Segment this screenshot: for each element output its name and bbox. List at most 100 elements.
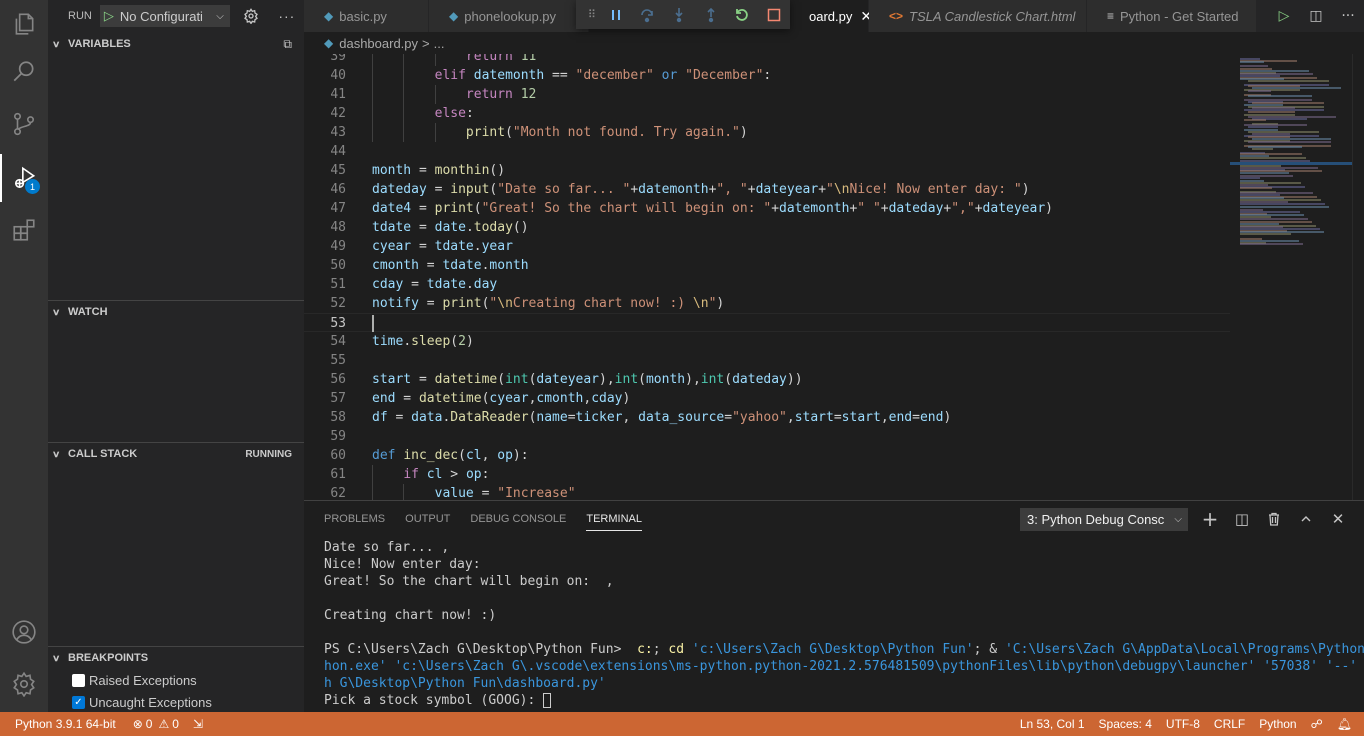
live-share-icon[interactable]: ⇲ (186, 717, 210, 731)
terminal-text: Pick a stock symbol (GOOG): (324, 693, 544, 708)
code-line[interactable]: 40 elif datemonth == "december" or "Dece… (304, 66, 1230, 85)
terminal-cursor (543, 693, 552, 708)
code-line[interactable]: 43 print("Month not found. Try again.") (304, 123, 1230, 142)
step-out-button[interactable] (695, 0, 727, 29)
indentation[interactable]: Spaces: 4 (1092, 717, 1159, 731)
code-line[interactable]: 57 end = datetime(cyear,cmonth,cday) (304, 389, 1230, 408)
minimap-line (1244, 119, 1266, 122)
maximize-panel-icon[interactable] (1290, 507, 1322, 531)
terminal-select-value: 3: Python Debug Consc (1027, 512, 1165, 527)
code-line[interactable]: 62 value = "Increase" (304, 484, 1230, 500)
close-panel-icon[interactable]: ✕ (1322, 507, 1354, 531)
explorer-button[interactable] (0, 0, 48, 48)
code-line[interactable]: 48 tdate = date.today() (304, 218, 1230, 237)
add-terminal-icon[interactable]: + (1194, 507, 1226, 531)
more-actions-icon[interactable]: ··· (1332, 8, 1364, 24)
tab-terminal[interactable]: TERMINAL (586, 501, 642, 536)
breadcrumb-symbol[interactable]: ... (434, 36, 445, 51)
breakpoints-header[interactable]: ∨ BREAKPOINTS (48, 647, 304, 669)
tab-phonelookup-py[interactable]: ◆ phonelookup.py (429, 0, 589, 32)
code-line[interactable]: 53 (304, 313, 1230, 332)
tab-output[interactable]: OUTPUT (405, 501, 450, 536)
code-line[interactable]: 47 date4 = print("Great! So the chart wil… (304, 199, 1230, 218)
code-line[interactable]: 50 cmonth = tdate.month (304, 256, 1230, 275)
minimap[interactable] (1230, 54, 1364, 500)
pause-button[interactable] (600, 0, 632, 29)
tab-problems[interactable]: PROBLEMS (324, 501, 385, 536)
feedback-icon[interactable]: ☍ (1304, 717, 1330, 731)
code-line[interactable]: 46 dateday = input("Date so far... "+date… (304, 180, 1230, 199)
drag-handle-icon[interactable]: ⠿ (584, 0, 600, 29)
breakpoint-uncaught-exceptions[interactable]: ✓ Uncaught Exceptions (48, 691, 304, 713)
tab-tsla-candlestick-chart-html[interactable]: <> TSLA Candlestick Chart.html (869, 0, 1087, 32)
line-number: 49 (330, 239, 346, 254)
code-line[interactable]: 51 cday = tdate.day (304, 275, 1230, 294)
step-into-button[interactable] (663, 0, 695, 29)
source-control-button[interactable] (0, 100, 48, 148)
more-actions-button[interactable]: ··· (276, 5, 298, 27)
debug-config-select[interactable]: ▷ No Configurati ⌵ (99, 5, 230, 27)
manage-button[interactable] (0, 660, 48, 708)
stop-button[interactable] (758, 0, 790, 29)
step-over-button[interactable] (632, 0, 664, 29)
code-line[interactable]: 41 return 12 (304, 85, 1230, 104)
code-line[interactable]: 60 def inc_dec(cl, op): (304, 446, 1230, 465)
line-number: 52 (330, 296, 346, 311)
start-debugging-icon[interactable]: ▷ (104, 8, 114, 24)
terminal-output[interactable]: Date so far... , Nice! Now enter day: Grea… (324, 539, 1364, 709)
code-line[interactable]: 49 cyear = tdate.year (304, 237, 1230, 256)
tab-basic-py[interactable]: ◆ basic.py (304, 0, 429, 32)
tab-python-get-started[interactable]: ≡ Python - Get Started (1087, 0, 1257, 32)
code-line[interactable]: 52 notify = print("\nCreating chart now! … (304, 294, 1230, 313)
code-line[interactable]: 54 time.sleep(2) (304, 332, 1230, 351)
minimap-line (1248, 95, 1312, 98)
terminal-select[interactable]: 3: Python Debug Consc ⌵ (1020, 508, 1188, 531)
breakpoint-raised-exceptions[interactable]: Raised Exceptions (48, 669, 304, 691)
editor-scrollbar[interactable] (1352, 54, 1364, 500)
code-line[interactable]: 44 (304, 142, 1230, 161)
activity-bar: 1 (0, 0, 48, 712)
call-stack-status: RUNNING (245, 448, 292, 460)
indent-guide (372, 54, 373, 142)
notifications-icon[interactable]: 🔔︎ (1330, 717, 1364, 731)
checkbox-checked[interactable]: ✓ (72, 695, 85, 709)
tab-debug-console[interactable]: DEBUG CONSOLE (470, 501, 566, 536)
watch-header[interactable]: ∨ WATCH (48, 301, 304, 323)
breadcrumb-file[interactable]: dashboard.py (339, 36, 418, 51)
cursor-position[interactable]: Ln 53, Col 1 (1013, 717, 1092, 731)
collapse-all-icon[interactable]: ⧉ (283, 37, 292, 52)
python-interpreter[interactable]: Python 3.9.1 64-bit (0, 717, 123, 731)
code-line[interactable]: 42 else: (304, 104, 1230, 123)
encoding[interactable]: UTF-8 (1159, 717, 1207, 731)
code-editor[interactable]: 39 return 11 40 elif datemonth == "decemb… (304, 54, 1230, 500)
call-stack-header[interactable]: ∨ CALL STACK RUNNING (48, 443, 304, 465)
problems-indicator[interactable]: ⊗ 0 ⚠ 0 (123, 717, 186, 731)
checkbox-unchecked[interactable] (72, 673, 85, 687)
tab-label: TSLA Candlestick Chart.html (909, 8, 1076, 24)
restart-button[interactable] (727, 0, 759, 29)
code-line[interactable]: 39 return 11 (304, 54, 1230, 66)
accounts-button[interactable] (0, 608, 48, 656)
code-line[interactable]: 45 month = monthin() (304, 161, 1230, 180)
split-editor-icon[interactable]: ◫ (1300, 8, 1332, 24)
line-code: return 12 (465, 87, 537, 102)
minimap-line (1240, 171, 1289, 174)
language-mode[interactable]: Python (1252, 717, 1303, 731)
extensions-button[interactable] (0, 206, 48, 254)
code-line[interactable]: 59 (304, 427, 1230, 446)
preview-icon: ≡ (1107, 9, 1115, 23)
split-terminal-icon[interactable]: ◫ (1226, 507, 1258, 531)
code-line[interactable]: 58 df = data.DataReader(name=ticker, data… (304, 408, 1230, 427)
end-of-line[interactable]: CRLF (1207, 717, 1252, 731)
run-title: RUN (68, 10, 92, 22)
variables-header[interactable]: ∨ VARIABLES ⧉ (48, 33, 304, 55)
code-line[interactable]: 55 (304, 351, 1230, 370)
open-launch-json-button[interactable] (240, 5, 262, 27)
code-line[interactable]: 56 start = datetime(int(dateyear),int(mon… (304, 370, 1230, 389)
run-python-file-icon[interactable]: ▷ (1268, 8, 1300, 24)
line-number: 39 (330, 54, 346, 64)
code-line[interactable]: 61 if cl > op: (304, 465, 1230, 484)
search-button[interactable] (0, 48, 48, 96)
run-debug-button[interactable]: 1 (0, 154, 48, 202)
trash-icon[interactable] (1258, 507, 1290, 531)
